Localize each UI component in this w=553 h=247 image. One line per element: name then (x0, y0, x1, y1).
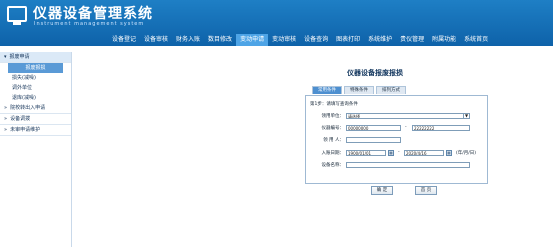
app-window: 仪器设备管理系统 Instrument management system 设备… (0, 0, 553, 247)
sidebar-section[interactable]: » 设备调拨 (0, 114, 71, 125)
chevron-right-icon: » (4, 104, 8, 111)
code-label: 仪器编号： (321, 126, 345, 131)
top-nav: 设备登记 设备审核 财务入账 数目修改 变动申请 变动审核 设备查询 图表打印 系统维护 贵仪管理… (108, 34, 492, 46)
chevron-right-icon: » (4, 126, 8, 133)
nav-item[interactable]: 贵仪管理 (396, 34, 428, 46)
tab[interactable]: 特殊条件 (344, 86, 374, 94)
sidebar-item[interactable]: 报废报损 (8, 63, 63, 73)
tab-bar: 常用条件 特殊条件 排列方式 (312, 86, 408, 94)
code-range-dash: - (405, 125, 407, 130)
user-input[interactable] (346, 137, 401, 143)
nav-item[interactable]: 数目修改 (204, 34, 236, 46)
sidebar-section-label: 设备调拨 (10, 115, 31, 122)
sidebar-section-label: 报废申请 (9, 53, 30, 60)
sidebar-item[interactable]: 退库(减噪) (0, 93, 71, 103)
app-title: 仪器设备管理系统 (33, 6, 153, 22)
code-from-input[interactable]: 00000000 (346, 125, 401, 131)
query-panel: 第1步：请填写查询条件 领用单位： 请选择 ▼ 仪器编号： 00000000 -… (305, 95, 488, 184)
nav-item[interactable]: 设备登记 (108, 34, 140, 46)
sidebar-section-label: 院校转出入申请 (10, 104, 46, 111)
chevron-down-icon: ▾ (4, 53, 7, 60)
sidebar-section-label: 未审申请维护 (10, 126, 41, 133)
nav-item[interactable]: 附属功能 (428, 34, 460, 46)
date-format-hint: (年/月/日) (456, 151, 477, 156)
nav-item[interactable]: 变动申请 (236, 34, 269, 46)
code-to-input[interactable]: 22222222 (412, 125, 470, 131)
tab[interactable]: 排列方式 (376, 86, 406, 94)
sidebar-section[interactable]: » 未审申请维护 (0, 125, 71, 136)
nav-item[interactable]: 系统首页 (460, 34, 492, 46)
nav-item[interactable]: 变动审核 (268, 34, 300, 46)
user-label: 领 用 人： (323, 138, 344, 143)
nav-item[interactable]: 财务入账 (172, 34, 204, 46)
app-subtitle: Instrument management system (34, 21, 145, 27)
sidebar-item[interactable]: 损失(减噪) (0, 73, 71, 83)
page-title: 仪器设备报废报损 (347, 69, 403, 77)
panel-heading: 第1步：请填写查询条件 (310, 102, 358, 107)
calendar-icon[interactable]: ▦ (446, 150, 452, 156)
name-input[interactable] (346, 162, 470, 168)
name-label: 设备名称： (321, 163, 345, 168)
home-button[interactable]: 首 页 (415, 186, 437, 195)
header-bar: 仪器设备管理系统 Instrument management system 设备… (0, 0, 553, 46)
sidebar: ▾ 报废申请 报废报损 损失(减噪) 调外单位 退库(减噪)» 院校转出入申请» 设备调拨» 未… (0, 52, 72, 247)
tab[interactable]: 常用条件 (312, 86, 342, 94)
unit-select-value: 请选择 (348, 114, 360, 119)
date-label: 入账日期： (321, 151, 345, 156)
unit-select[interactable]: 请选择 ▼ (346, 113, 470, 119)
unit-label: 领用单位： (321, 114, 345, 119)
confirm-button[interactable]: 确 定 (371, 186, 393, 195)
nav-item[interactable]: 系统维护 (364, 34, 396, 46)
date-range-dash: - (398, 150, 400, 155)
calendar-icon[interactable]: ▦ (388, 150, 394, 156)
sidebar-item[interactable]: 调外单位 (0, 83, 71, 93)
nav-item[interactable]: 设备审核 (140, 34, 172, 46)
date-to-input[interactable]: 2020/4/16 (404, 150, 444, 156)
sidebar-section[interactable]: » 院校转出入申请 (0, 103, 71, 114)
chevron-down-icon: ▼ (463, 113, 469, 118)
monitor-icon (7, 6, 27, 25)
nav-item[interactable]: 图表打印 (332, 34, 364, 46)
chevron-right-icon: » (4, 115, 8, 122)
sidebar-section[interactable]: ▾ 报废申请 (0, 52, 71, 63)
nav-item[interactable]: 设备查询 (300, 34, 332, 46)
date-from-input[interactable]: 1900/01/01 (346, 150, 386, 156)
